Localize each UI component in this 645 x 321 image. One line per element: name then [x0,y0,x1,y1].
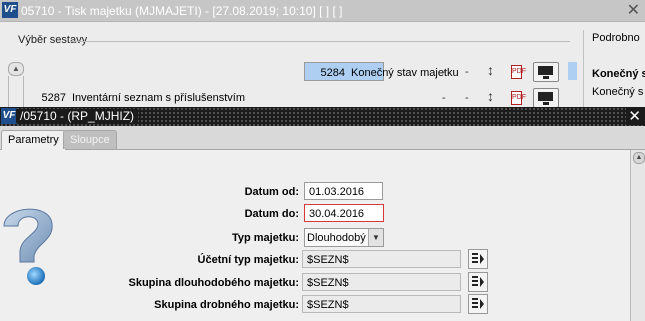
background-window-title: 05710 - Tisk majetku (MJMAJETI) - [27.08… [21,4,343,18]
detail-panel-text: Konečný s [592,86,644,98]
report-code: 5287 [41,92,66,104]
list-picker-icon[interactable] [468,294,488,314]
typ-majetku-value: Dlouhodobý [307,232,366,244]
report-dash: - [465,66,469,78]
skupina-drobneho-label: Skupina drobného majetku: [154,299,299,311]
selection-indicator [568,62,577,80]
app-logo-icon: VF [2,2,18,18]
list-picker-icon[interactable] [468,272,488,292]
tab-sloupce[interactable]: Sloupce [63,130,117,149]
sort-arrows-icon[interactable]: ↕ [487,62,494,78]
pdf-icon[interactable]: PDF [511,91,526,105]
report-dash: - [465,92,469,104]
skupina-dlouhodobeho-input[interactable]: $SEZN$ [302,273,461,291]
list-picker-icon[interactable] [468,249,488,269]
close-icon[interactable]: ✕ [627,0,640,20]
ucetni-typ-input[interactable]: $SEZN$ [302,250,461,268]
datum-od-label: Datum od: [244,186,299,198]
report-row[interactable]: 5284 Konečný stav majetku [304,62,459,81]
dialog-title: /05710 - (RP_MJHIZ) [16,109,139,123]
report-selection-group-label: Výběr sestavy [18,34,88,46]
vertical-scrollbar[interactable]: ▲ [630,150,645,321]
scroll-up-icon[interactable]: ▲ [633,152,645,164]
datum-od-input[interactable]: 01.03.2016 [304,182,383,200]
dialog-tabs: Parametry Sloupce [0,127,645,150]
monitor-icon[interactable] [533,62,559,82]
background-window-body: Výběr sestavy ▲ 5284 Konečný stav majetk… [0,22,645,116]
group-divider [70,41,570,42]
background-window-titlebar: VF 05710 - Tisk majetku (MJMAJETI) - [27… [0,0,645,22]
detail-panel: Podrobno Konečný s Konečný s [583,30,645,110]
dialog-titlebar[interactable]: VF /05710 - (RP_MJHIZ) ✕ [0,107,645,126]
scroll-up-icon[interactable]: ▲ [8,62,24,76]
datum-do-label: Datum do: [244,208,299,220]
sort-arrows-icon[interactable]: ↕ [487,88,494,104]
detail-panel-bold-label: Konečný s [592,68,645,80]
ucetni-typ-label: Účetní typ majetku: [197,254,299,266]
report-dash: - [442,92,446,104]
report-row[interactable]: 5287 Inventární seznam s příslušenstvím [26,88,388,108]
tab-parametry[interactable]: Parametry [1,130,66,150]
datum-do-input[interactable]: 30.04.2016 [304,204,384,222]
question-mark-icon [3,208,53,285]
monitor-icon[interactable] [533,88,559,108]
report-dash: - [442,66,446,78]
skupina-drobneho-input[interactable]: $SEZN$ [302,295,461,313]
pdf-icon[interactable]: PDF [511,65,526,79]
chevron-down-icon[interactable]: ▼ [368,229,383,246]
skupina-dlouhodobeho-label: Skupina dlouhodobého majetku: [128,277,300,289]
detail-panel-title: Podrobno [592,32,640,44]
app-logo-icon: VF [1,108,17,124]
report-code: 5284 [320,67,345,79]
typ-majetku-select[interactable]: Dlouhodobý ▼ [304,228,384,247]
close-icon[interactable]: ✕ [626,107,643,125]
typ-majetku-label: Typ majetku: [231,232,299,244]
report-name: Inventární seznam s příslušenstvím [72,92,246,104]
